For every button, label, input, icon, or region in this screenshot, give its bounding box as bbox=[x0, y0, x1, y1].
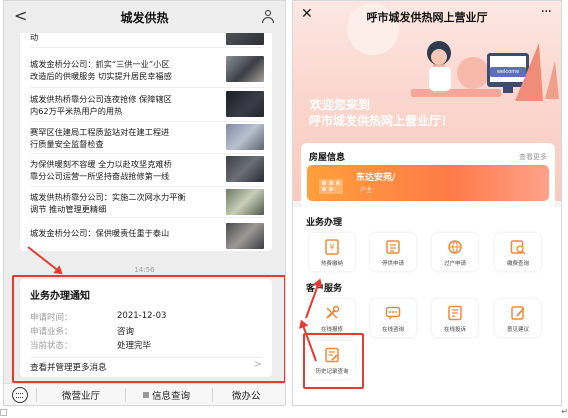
house-name: 东达安苑/ bbox=[356, 173, 396, 183]
house-info-card: 房屋信息 查看更多 东达安苑/ 户主： bbox=[301, 143, 555, 207]
news-thumbnail[interactable] bbox=[226, 91, 264, 117]
payment-query-icon bbox=[510, 240, 526, 255]
news-title[interactable]: 赛罕区住建局工程质监站对在建工程进 行质量安全监督检查 bbox=[30, 126, 222, 150]
suggestion-icon bbox=[511, 306, 525, 320]
welcome-text: 欢迎您来到 bbox=[310, 98, 371, 112]
resize-handle bbox=[0, 409, 7, 416]
more-icon[interactable]: ··· bbox=[541, 4, 552, 20]
hall-header: ✕ 呼市城发供热网上营业厅 ··· bbox=[293, 1, 561, 33]
welcome-badge: welcome bbox=[490, 67, 526, 77]
news-title[interactable]: 城发供热桥靠分公司：实施二次网水力平衡 调节 推动管理更精细 bbox=[30, 191, 222, 215]
news-title[interactable]: 城发金桥分公司：保供暖责任重于泰山 bbox=[30, 227, 222, 239]
news-thumbnail[interactable] bbox=[226, 156, 264, 182]
transfer-icon bbox=[448, 240, 462, 254]
fee-payment-icon: ¥ bbox=[325, 239, 339, 255]
news-thumbnail[interactable] bbox=[226, 124, 264, 150]
message-timestamp: 14:56 bbox=[134, 266, 155, 274]
menu-tab-hall[interactable]: 微营业厅 bbox=[62, 388, 100, 402]
svg-text:¥: ¥ bbox=[329, 243, 334, 252]
house-owner: 户主： bbox=[360, 187, 379, 194]
menu-tab-office[interactable]: 微办公 bbox=[232, 388, 261, 402]
house-icon bbox=[317, 172, 345, 194]
news-thumbnail[interactable] bbox=[226, 33, 264, 45]
consult-icon bbox=[385, 306, 401, 320]
news-title[interactable]: 城发供热桥靠分公司连夜抢修 保障辖区 内62万平米热用户的用热 bbox=[30, 93, 222, 117]
wechat-chat-screen: < 城发供热 动 城发金桥分公司：抓实“三供一业”小区 改造后的供暖服务 切实提升… bbox=[3, 0, 286, 406]
house-banner[interactable]: 东达安苑/ 户主： bbox=[307, 165, 549, 201]
complaint-icon bbox=[448, 305, 462, 321]
submenu-icon bbox=[143, 392, 149, 398]
tile-transfer[interactable]: 过户申请 bbox=[432, 233, 478, 271]
tile-consult[interactable]: 在线咨询 bbox=[370, 299, 416, 337]
house-view-more-link[interactable]: 查看更多 bbox=[519, 152, 547, 162]
tile-suggestion[interactable]: 意见建议 bbox=[495, 299, 541, 337]
keyboard-icon[interactable] bbox=[12, 387, 28, 403]
tile-repair[interactable]: 在线报修 bbox=[309, 299, 355, 337]
caret-icon: ↵ bbox=[561, 407, 568, 416]
tile-stop-supply[interactable]: 停供申请 bbox=[370, 233, 416, 271]
news-title[interactable]: 为保供暖刻不容缓 全力以赴攻坚克难桥 靠分公司运营一所坚持奋战抢修第一线 bbox=[30, 158, 222, 182]
news-title[interactable]: 城发金桥分公司：抓实“三供一业”小区 改造后的供暖服务 切实提升居民幸福感 bbox=[30, 58, 222, 82]
tile-complaint[interactable]: 在线投诉 bbox=[432, 299, 478, 337]
menu-tab-query[interactable]: 信息查询 bbox=[152, 388, 190, 402]
news-title[interactable]: 动 bbox=[30, 33, 222, 43]
news-thumbnail[interactable] bbox=[226, 56, 264, 82]
repair-icon bbox=[326, 305, 340, 319]
service-hall-screen: welcome ✕ 呼市城发供热网上营业厅 ··· 欢迎您来到 呼市城发供热网上… bbox=[292, 0, 562, 406]
house-info-title: 房屋信息 bbox=[309, 153, 346, 163]
chat-header: < 城发供热 bbox=[4, 1, 285, 33]
news-thumbnail[interactable] bbox=[226, 223, 264, 249]
highlight-box bbox=[303, 333, 364, 389]
stop-supply-icon bbox=[386, 240, 400, 254]
highlight-box bbox=[12, 275, 285, 383]
account-title: 城发供热 bbox=[120, 11, 169, 25]
news-card: 动 城发金桥分公司：抓实“三供一业”小区 改造后的供暖服务 切实提升居民幸福感 城… bbox=[20, 33, 272, 251]
news-thumbnail[interactable] bbox=[226, 189, 264, 215]
tile-payment-query[interactable]: 缴费查询 bbox=[495, 233, 541, 271]
profile-icon[interactable] bbox=[262, 10, 274, 23]
menu-bar: 微营业厅 信息查询 微办公 bbox=[4, 383, 285, 405]
hall-title: 呼市城发供热网上营业厅 bbox=[366, 11, 488, 24]
welcome-subtext: 呼市城发供热网上营业厅！ bbox=[309, 114, 454, 128]
section-title-business: 业务办理 bbox=[306, 218, 343, 228]
tile-fee-payment[interactable]: ¥ 热费缴纳 bbox=[309, 233, 355, 271]
